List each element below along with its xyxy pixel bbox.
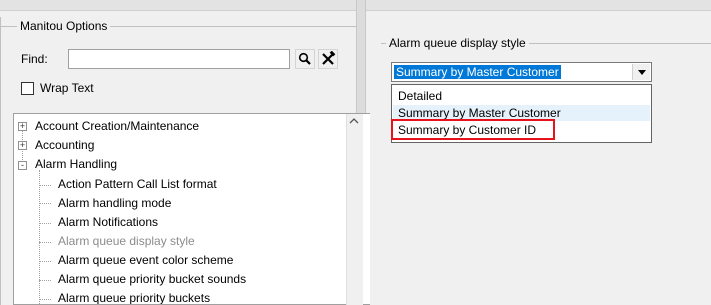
tree-item-alarm-queue-display-style[interactable]: Alarm queue display style: [58, 233, 195, 249]
scroll-up-button[interactable]: [346, 114, 362, 130]
tree-connector: [39, 223, 51, 224]
wrap-text-checkbox[interactable]: [21, 82, 34, 95]
magnifier-icon: [298, 52, 311, 65]
chevron-down-icon: [638, 70, 646, 75]
tree-connector: [39, 242, 51, 243]
find-label: Find:: [21, 52, 48, 66]
option-detailed[interactable]: Detailed: [393, 88, 650, 104]
combo-selected-value: Summary by Master Customer: [394, 65, 561, 79]
wrench-hammer-icon: [322, 51, 336, 65]
tree-connector: [39, 280, 51, 281]
highlight-annotation: [391, 119, 555, 140]
options-tree[interactable]: + Account Creation/Maintenance + Account…: [13, 113, 370, 305]
tree-item-account-creation[interactable]: Account Creation/Maintenance: [35, 118, 199, 134]
tree-item-alarm-notifications[interactable]: Alarm Notifications: [58, 214, 158, 230]
tree-connector: [39, 185, 51, 186]
tree-item-alarm-handling-mode[interactable]: Alarm handling mode: [58, 195, 171, 211]
collapse-icon[interactable]: -: [18, 161, 27, 170]
tree-connector: [39, 203, 51, 204]
expand-icon[interactable]: +: [18, 122, 27, 131]
tree-item-alarm-queue-priority-buckets[interactable]: Alarm queue priority buckets: [58, 290, 210, 304]
tree-item-accounting[interactable]: Accounting: [35, 137, 94, 153]
tree-item-action-pattern[interactable]: Action Pattern Call List format: [58, 176, 217, 192]
chevron-up-icon: [349, 118, 359, 124]
tree-scrollbar[interactable]: [346, 114, 363, 305]
wrap-text-label: Wrap Text: [40, 81, 94, 95]
tree-item-alarm-queue-event-color[interactable]: Alarm queue event color scheme: [58, 252, 233, 268]
group-border-left: [0, 17, 1, 305]
tree-item-alarm-queue-priority-sounds[interactable]: Alarm queue priority bucket sounds: [58, 271, 246, 287]
tree-connector: [39, 170, 40, 304]
options-group-title: Manitou Options: [17, 19, 111, 33]
tools-button[interactable]: [318, 49, 338, 69]
display-style-combo[interactable]: Summary by Master Customer: [391, 62, 652, 82]
setting-title: Alarm queue display style: [386, 36, 529, 50]
tree-connector: [39, 261, 51, 262]
expand-icon[interactable]: +: [18, 141, 27, 150]
find-input[interactable]: [68, 49, 290, 69]
tree-item-alarm-handling[interactable]: Alarm Handling: [35, 156, 117, 172]
combo-dropdown-button[interactable]: [632, 64, 650, 80]
tree-connector: [39, 299, 51, 300]
search-button[interactable]: [295, 49, 315, 69]
